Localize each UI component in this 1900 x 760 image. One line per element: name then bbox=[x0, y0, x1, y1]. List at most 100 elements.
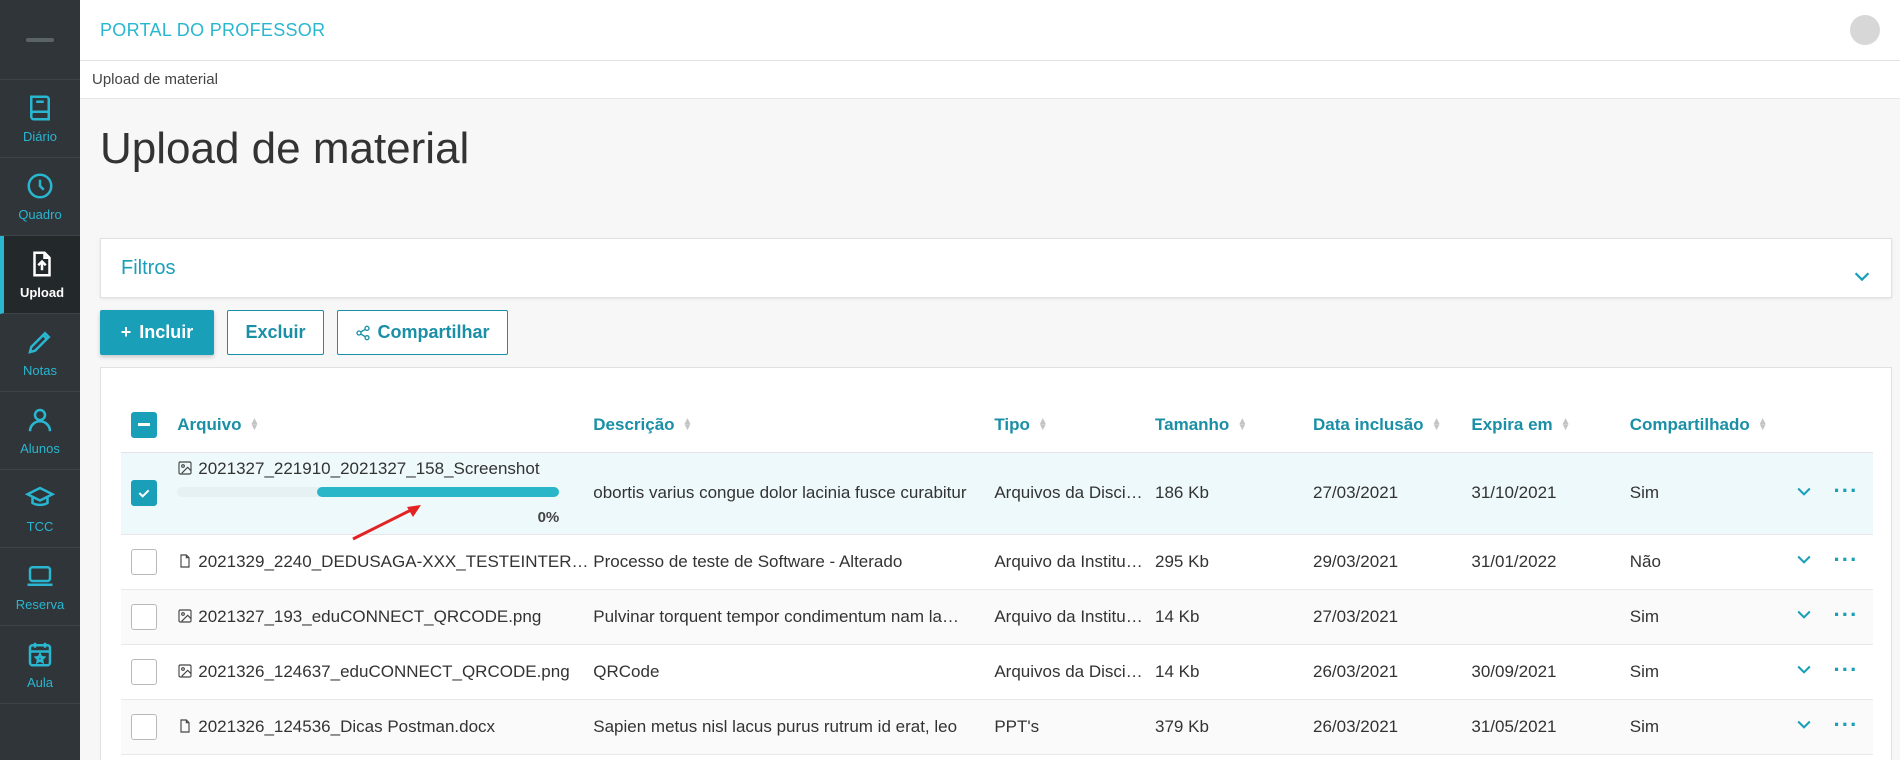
sidebar-item-label: Diário bbox=[23, 129, 57, 144]
size-cell: 186 Kb bbox=[1155, 452, 1314, 535]
column-header[interactable]: Tipo ▲ ▼ bbox=[994, 398, 1156, 453]
sort-icon[interactable]: ▲ ▼ bbox=[683, 417, 693, 433]
expires-cell bbox=[1471, 589, 1630, 645]
sort-icon[interactable]: ▲ ▼ bbox=[1038, 417, 1048, 433]
file-name[interactable]: 2021326_124536_Dicas Postman.docx bbox=[198, 717, 495, 737]
table-row[interactable]: 2021327_193_eduCONNECT_QRCODE.png Pulvin… bbox=[121, 589, 1873, 645]
more-actions-icon[interactable]: ··· bbox=[1833, 712, 1858, 737]
calendar-star-icon bbox=[28, 642, 52, 667]
more-actions-icon[interactable]: ··· bbox=[1833, 478, 1858, 503]
pencil-icon bbox=[28, 331, 51, 354]
document-file-icon bbox=[180, 553, 190, 568]
sidebar-item-tcc[interactable]: TCC bbox=[0, 470, 80, 548]
row-checkbox[interactable] bbox=[131, 548, 157, 575]
file-name[interactable]: 2021329_2240_DEDUSAGA-XXX_TESTEINTERNO bbox=[198, 552, 593, 572]
sidebar-item-label: Upload bbox=[19, 285, 65, 300]
column-header[interactable]: Tamanho ▲ ▼ bbox=[1155, 398, 1314, 453]
upload-cell: 2021327_221910_2021327_158_Screenshot 0% bbox=[177, 453, 593, 534]
sort-icon[interactable]: ▲ ▼ bbox=[1758, 417, 1768, 433]
page-title: Upload de material bbox=[100, 124, 470, 173]
sort-icon[interactable]: ▲ ▼ bbox=[1237, 417, 1247, 433]
table-row[interactable]: 2021327_221910_2021327_158_Screenshot 0%… bbox=[121, 452, 1873, 535]
chevron-down-icon[interactable] bbox=[1851, 265, 1873, 287]
expires-cell: 30/09/2021 bbox=[1471, 644, 1630, 700]
chevron-down-icon[interactable] bbox=[1794, 659, 1814, 679]
file-name[interactable]: 2021327_221910_2021327_158_Screenshot bbox=[198, 459, 539, 479]
image-file-icon bbox=[178, 608, 192, 623]
table-row[interactable]: 2021326_124536_Dicas Postman.docx Sapien… bbox=[121, 699, 1873, 755]
row-checkbox[interactable] bbox=[131, 658, 157, 685]
expires-cell: 31/10/2021 bbox=[1471, 452, 1630, 535]
file-name[interactable]: 2021327_193_eduCONNECT_QRCODE.png bbox=[198, 607, 541, 627]
sort-icon[interactable]: ▲ ▼ bbox=[1561, 417, 1571, 433]
chevron-down-icon[interactable] bbox=[1794, 714, 1814, 734]
size-cell: 295 Kb bbox=[1155, 534, 1314, 590]
avatar[interactable] bbox=[1850, 15, 1880, 45]
image-file-icon bbox=[178, 460, 192, 475]
column-header[interactable]: Expira em ▲ ▼ bbox=[1471, 398, 1630, 453]
include-button[interactable]: + Incluir bbox=[100, 310, 214, 355]
image-file-icon bbox=[178, 663, 192, 678]
type-cell: Arquivo da Instituição bbox=[994, 551, 1147, 571]
row-checkbox[interactable] bbox=[131, 713, 157, 740]
description-cell: Sapien metus nisl lacus purus rutrum id … bbox=[593, 716, 958, 736]
more-actions-icon[interactable]: ··· bbox=[1833, 547, 1858, 572]
sidebar-item-diario[interactable]: Diário bbox=[0, 80, 80, 158]
chevron-down-icon[interactable] bbox=[1794, 604, 1814, 624]
sidebar-item-label: Notas bbox=[23, 363, 57, 378]
upload-progress-label: 0% bbox=[537, 508, 560, 526]
select-all-checkbox[interactable] bbox=[131, 411, 157, 438]
chevron-down-icon[interactable] bbox=[1794, 549, 1814, 569]
files-table-panel: Arquivo ▲ ▼ Descrição ▲ ▼ Tipo ▲ ▼ Tamanho ▲ ▼ D… bbox=[100, 367, 1892, 760]
expires-cell: 31/01/2022 bbox=[1471, 534, 1630, 590]
shared-cell: Sim bbox=[1629, 589, 1795, 645]
breadcrumb: Upload de material bbox=[80, 61, 1900, 99]
created-cell: 27/03/2021 bbox=[1313, 452, 1472, 535]
table-row[interactable]: 2021329_2240_DEDUSAGA-XXX_TESTEINTERNO P… bbox=[121, 534, 1873, 590]
column-header[interactable]: Arquivo ▲ ▼ bbox=[177, 398, 594, 453]
sidebar-item-upload[interactable]: Upload bbox=[0, 236, 80, 314]
shared-cell: Não bbox=[1629, 534, 1795, 590]
sidebar-item-label: TCC bbox=[26, 519, 54, 534]
file-name[interactable]: 2021326_124637_eduCONNECT_QRCODE.png bbox=[198, 662, 569, 682]
sidebar-item-notas[interactable]: Notas bbox=[0, 314, 80, 392]
breadcrumb-item: Upload de material bbox=[92, 71, 218, 88]
book-icon bbox=[30, 95, 50, 121]
app-title: PORTAL DO PROFESSOR bbox=[100, 19, 326, 40]
chevron-down-icon[interactable] bbox=[1794, 481, 1814, 501]
row-checkbox[interactable] bbox=[131, 603, 157, 630]
filters-panel[interactable]: Filtros bbox=[100, 238, 1892, 298]
column-header[interactable]: Descrição ▲ ▼ bbox=[593, 398, 995, 453]
shared-cell: Sim bbox=[1629, 699, 1795, 755]
sidebar-item-alunos[interactable]: Alunos bbox=[0, 392, 80, 470]
sidebar-item-reserva[interactable]: Reserva bbox=[0, 548, 80, 626]
more-actions-icon[interactable]: ··· bbox=[1833, 657, 1858, 682]
share-button-label: Compartilhar bbox=[377, 322, 490, 342]
delete-button[interactable]: Excluir bbox=[227, 310, 324, 355]
sort-icon[interactable]: ▲ ▼ bbox=[250, 417, 260, 433]
table-row[interactable]: 2021326_124637_eduCONNECT_QRCODE.png QRC… bbox=[121, 644, 1873, 700]
size-cell: 14 Kb bbox=[1155, 644, 1314, 700]
type-cell: Arquivos da Disciplina bbox=[994, 483, 1147, 502]
more-actions-icon[interactable]: ··· bbox=[1833, 602, 1858, 627]
row-checkbox[interactable] bbox=[131, 480, 157, 506]
toolbar: + Incluir Excluir Compartilhar bbox=[100, 310, 508, 355]
expires-cell: 31/05/2021 bbox=[1471, 699, 1630, 755]
table-header: Arquivo ▲ ▼ Descrição ▲ ▼ Tipo ▲ ▼ Tamanho ▲ ▼ D… bbox=[121, 398, 1873, 453]
sort-icon[interactable]: ▲ ▼ bbox=[1432, 417, 1442, 433]
sidebar-item-label: Reserva bbox=[15, 597, 65, 612]
user-icon bbox=[28, 408, 52, 432]
delete-button-label: Excluir bbox=[245, 322, 306, 342]
sidebar-item-aula[interactable]: Aula bbox=[0, 626, 80, 704]
sidebar-item-quadro[interactable]: Quadro bbox=[0, 158, 80, 236]
created-cell: 26/03/2021 bbox=[1313, 644, 1472, 700]
description-cell: Pulvinar torquent tempor condimentum nam… bbox=[593, 606, 969, 626]
description-cell: Processo de teste de Software - Alterado bbox=[593, 551, 903, 571]
type-cell: Arquivos da Disciplina bbox=[994, 661, 1147, 681]
column-header[interactable]: Compartilhado ▲ ▼ bbox=[1629, 398, 1795, 453]
created-cell: 29/03/2021 bbox=[1313, 534, 1472, 590]
column-header[interactable]: Data inclusão ▲ ▼ bbox=[1313, 398, 1472, 453]
shared-cell: Sim bbox=[1629, 452, 1795, 535]
upload-progress-bar bbox=[317, 486, 560, 497]
share-button[interactable]: Compartilhar bbox=[337, 310, 508, 355]
